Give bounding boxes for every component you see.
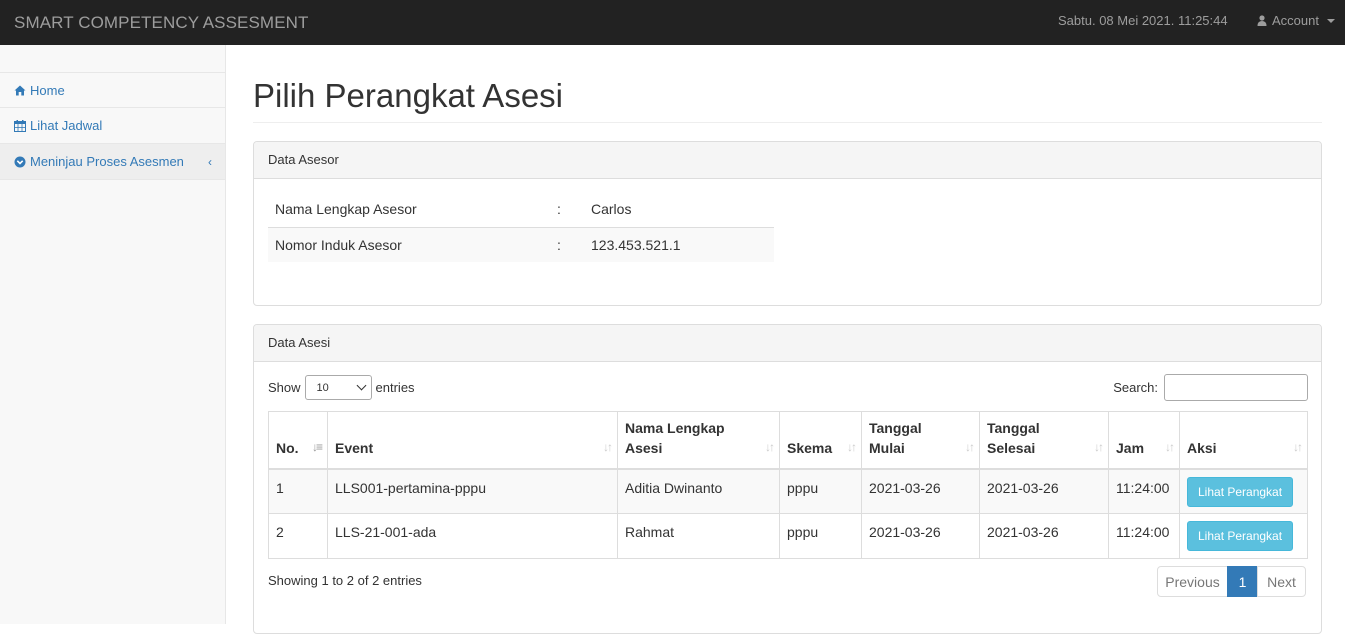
asesi-table: No. ↓≡ Event ↓↑ Nama Lengkap Asesi ↓↑ Skema… bbox=[268, 411, 1308, 559]
info-label: Nama Lengkap Asesor bbox=[275, 201, 417, 218]
sort-icon: ↓↑ bbox=[847, 439, 857, 454]
pagination: Previous 1 Next bbox=[1157, 566, 1306, 597]
entries-select-value: 10 bbox=[316, 381, 329, 394]
panel-heading: Data Asesi bbox=[254, 325, 1321, 362]
datetime-display: Sabtu. 08 Mei 2021. 11:25:44 bbox=[1058, 13, 1228, 28]
lihat-perangkat-button[interactable]: Lihat Perangkat bbox=[1187, 476, 1294, 507]
cell-no: 1 bbox=[268, 468, 328, 514]
sort-icon: ↓↑ bbox=[603, 439, 613, 454]
cell-event: LLS001-pertamina-pppu bbox=[327, 468, 618, 514]
lihat-perangkat-button[interactable]: Lihat Perangkat bbox=[1187, 521, 1294, 551]
sidebar-item-label: Meninjau Proses Asesmen bbox=[30, 154, 184, 169]
panel-heading: Data Asesor bbox=[254, 142, 1321, 179]
sort-icon: ↓↑ bbox=[965, 439, 975, 454]
column-header-event[interactable]: Event ↓↑ bbox=[327, 411, 618, 470]
sort-icon: ↓↑ bbox=[1094, 439, 1104, 454]
app-brand[interactable]: SMART COMPETENCY ASSESMENT bbox=[14, 13, 309, 33]
table-row: 2 LLS-21-001-ada Rahmat pppu 2021-03-26 … bbox=[268, 513, 1308, 559]
cell-jam: 11:24:00 bbox=[1108, 468, 1180, 514]
cell-tanggal-mulai: 2021-03-26 bbox=[861, 513, 980, 559]
sidebar: Home Lihat Jadwal Meninjau Proses Asesme… bbox=[0, 45, 226, 624]
cell-skema: pppu bbox=[779, 513, 862, 559]
cell-nama: Aditia Dwinanto bbox=[617, 468, 780, 514]
sort-icon: ↓↑ bbox=[1165, 439, 1175, 454]
page-1-button[interactable]: 1 bbox=[1227, 566, 1258, 597]
top-navbar: SMART COMPETENCY ASSESMENT Sabtu. 08 Mei… bbox=[0, 0, 1345, 45]
cell-tanggal-selesai: 2021-03-26 bbox=[979, 468, 1109, 514]
chevron-down-icon bbox=[356, 380, 366, 391]
info-separator: : bbox=[557, 201, 561, 218]
sidebar-item-lihat-jadwal[interactable]: Lihat Jadwal bbox=[0, 108, 225, 144]
caret-down-icon bbox=[1326, 18, 1335, 23]
cell-nama: Rahmat bbox=[617, 513, 780, 559]
cell-aksi: Lihat Perangkat bbox=[1179, 468, 1308, 514]
sort-icon: ↓↑ bbox=[765, 439, 775, 454]
column-header-jam[interactable]: Jam ↓↑ bbox=[1108, 411, 1180, 470]
sort-asc-icon: ↓≡ bbox=[311, 439, 323, 454]
search-input[interactable] bbox=[1164, 374, 1308, 401]
sidebar-item-meninjau-proses-asesmen[interactable]: Meninjau Proses Asesmen ‹ bbox=[0, 144, 225, 180]
account-menu[interactable]: Account bbox=[1257, 13, 1335, 28]
search-label: Search: bbox=[1113, 380, 1158, 395]
title-divider bbox=[253, 122, 1322, 123]
cell-tanggal-mulai: 2021-03-26 bbox=[861, 468, 980, 514]
cell-no: 2 bbox=[268, 513, 328, 559]
search-control: Search: bbox=[1113, 374, 1308, 401]
column-header-tanggal-selesai[interactable]: Tanggal Selesai ↓↑ bbox=[979, 411, 1109, 470]
user-icon bbox=[1257, 15, 1267, 26]
table-row: 1 LLS001-pertamina-pppu Aditia Dwinanto … bbox=[268, 468, 1308, 514]
column-header-skema[interactable]: Skema ↓↑ bbox=[779, 411, 862, 470]
cell-jam: 11:24:00 bbox=[1108, 513, 1180, 559]
chevron-left-icon[interactable]: ‹ bbox=[208, 155, 212, 169]
column-header-nama[interactable]: Nama Lengkap Asesi ↓↑ bbox=[617, 411, 780, 470]
column-header-tanggal-mulai[interactable]: Tanggal Mulai ↓↑ bbox=[861, 411, 980, 470]
table-header-row: No. ↓≡ Event ↓↑ Nama Lengkap Asesi ↓↑ Skema… bbox=[268, 411, 1308, 470]
info-value: Carlos bbox=[591, 201, 632, 218]
asesor-info-table: Nama Lengkap Asesor : Carlos Nomor Induk… bbox=[268, 192, 774, 262]
cell-event: LLS-21-001-ada bbox=[327, 513, 618, 559]
sidebar-item-label: Lihat Jadwal bbox=[30, 118, 103, 133]
info-value: 123.453.521.1 bbox=[584, 226, 774, 262]
entries-label: entries bbox=[375, 380, 415, 395]
entries-select[interactable]: 10 bbox=[304, 375, 372, 400]
asesi-panel: Data Asesi Show 10 entries Search: No. ↓≡… bbox=[253, 324, 1322, 634]
account-label: Account bbox=[1272, 13, 1319, 28]
column-header-no[interactable]: No. ↓≡ bbox=[268, 411, 328, 470]
info-label: Nomor Induk Asesor bbox=[268, 226, 550, 262]
info-separator: : bbox=[550, 226, 584, 262]
next-page-button[interactable]: Next bbox=[1257, 566, 1306, 597]
cell-skema: pppu bbox=[779, 468, 862, 514]
previous-page-button[interactable]: Previous bbox=[1157, 566, 1228, 597]
cell-aksi: Lihat Perangkat bbox=[1179, 513, 1308, 559]
chevron-circle-icon bbox=[14, 156, 26, 167]
sort-icon: ↓↑ bbox=[1293, 439, 1303, 454]
calendar-icon bbox=[14, 119, 26, 132]
asesor-panel: Data Asesor Nama Lengkap Asesor : Carlos… bbox=[253, 141, 1322, 306]
table-info: Showing 1 to 2 of 2 entries bbox=[268, 573, 422, 588]
show-label: Show bbox=[268, 380, 301, 395]
info-row: Nama Lengkap Asesor : Carlos bbox=[268, 192, 774, 227]
page-title: Pilih Perangkat Asesi bbox=[253, 77, 564, 114]
info-row: Nomor Induk Asesor : 123.453.521.1 bbox=[268, 226, 774, 262]
sidebar-item-label: Home bbox=[30, 82, 65, 98]
sidebar-item-home[interactable]: Home bbox=[0, 72, 225, 108]
column-header-aksi[interactable]: Aksi ↓↑ bbox=[1179, 411, 1308, 470]
entries-length-control: Show 10 entries bbox=[268, 375, 415, 400]
home-icon bbox=[14, 85, 26, 95]
cell-tanggal-selesai: 2021-03-26 bbox=[979, 513, 1109, 559]
